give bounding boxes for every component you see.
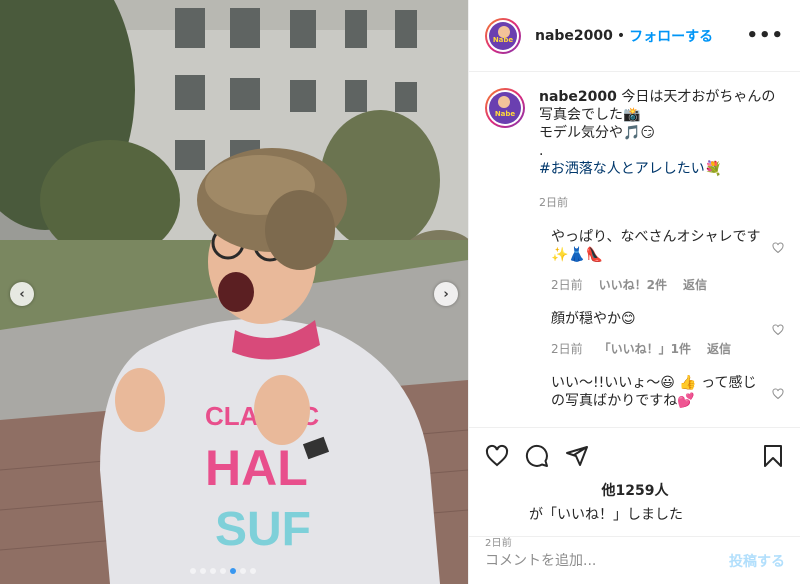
caption-timestamp[interactable]: 2日前	[539, 194, 784, 212]
share-icon[interactable]	[565, 444, 589, 468]
username-link[interactable]: nabe2000	[535, 28, 613, 44]
reply-button[interactable]: 返信	[707, 340, 731, 358]
caption-username[interactable]: nabe2000	[539, 89, 617, 105]
avatar-image: Nabe	[489, 92, 521, 124]
caption-text-line3: .	[539, 143, 544, 159]
heart-icon[interactable]	[485, 444, 509, 468]
caption-body: nabe2000 今日は天才おがちゃんの写真会でした📸 モデル気分や🎵😏 . #…	[539, 88, 784, 212]
action-icons	[485, 436, 785, 476]
comment-text: 顔が穏やか😊	[551, 311, 636, 327]
caption-text-line1: nabe2000 今日は天才おがちゃんの写真会でした📸	[539, 88, 784, 124]
comment-meta: 2日前 「いいね！」1件 返信	[551, 340, 764, 358]
carousel-dot	[200, 568, 206, 574]
comments-list[interactable]: Nabe nabe2000 今日は天才おがちゃんの写真会でした📸 モデル気分や🎵…	[469, 72, 800, 427]
avatar-image: Nabe	[489, 21, 517, 50]
comment-likes[interactable]: 「いいね！」1件	[599, 340, 691, 358]
reply-button[interactable]: 返信	[683, 276, 707, 294]
post-actions: 他1259人 が「いいね！」しました 2日前	[469, 427, 800, 549]
comment-avatar[interactable]	[501, 374, 533, 406]
follow-button[interactable]: フォローする	[629, 26, 713, 46]
prev-slide-button[interactable]: ‹	[10, 282, 34, 306]
carousel-dot	[240, 568, 246, 574]
more-options-icon[interactable]: •••	[746, 25, 784, 46]
comment-item: 顔が穏やか😊 2日前 「いいね！」1件 返信	[485, 310, 784, 358]
comment-item: いい〜!!いいょ〜😃 👍 って感じの写真ばかりですね💕	[485, 374, 784, 410]
comment-likes[interactable]: いいね！2件	[599, 276, 667, 294]
comment-avatar[interactable]	[501, 310, 533, 342]
comment-icon[interactable]	[525, 444, 549, 468]
add-comment-bar: 投稿する	[469, 536, 800, 584]
next-slide-button[interactable]: ›	[434, 282, 458, 306]
comment-input[interactable]	[485, 552, 729, 569]
avatar-face	[498, 96, 510, 108]
carousel-dot-active	[230, 568, 236, 574]
caption: Nabe nabe2000 今日は天才おがちゃんの写真会でした📸 モデル気分や🎵…	[485, 88, 784, 212]
avatar[interactable]: Nabe	[485, 17, 521, 54]
carousel-indicator	[190, 568, 256, 574]
comment-like-heart-icon[interactable]	[772, 324, 784, 336]
comment-avatar[interactable]	[501, 228, 533, 260]
avatar-ring: Nabe	[487, 19, 519, 52]
svg-text:SUF: SUF	[215, 503, 311, 556]
hashtag-link[interactable]: #お洒落な人とアレしたい💐	[539, 160, 784, 178]
carousel-dot	[250, 568, 256, 574]
bookmark-icon[interactable]	[761, 444, 785, 468]
post-side-panel: Nabe nabe2000 • フォローする ••• Nabe nabe2000	[468, 0, 800, 584]
photo-image: CLASSIC HAL SUF	[0, 0, 468, 584]
post-photo[interactable]: CLASSIC HAL SUF ‹ ›	[0, 0, 468, 584]
comment-meta: 2日前 いいね！2件 返信	[551, 276, 764, 294]
carousel-dot	[190, 568, 196, 574]
comment-like-heart-icon[interactable]	[772, 388, 784, 400]
avatar-logo-text: Nabe	[494, 110, 516, 118]
separator-dot: •	[616, 27, 626, 44]
avatar-ring: Nabe	[487, 90, 523, 126]
comment-text: やっぱり、なべさんオシャレです✨👗👠	[551, 229, 761, 263]
chevron-right-icon: ›	[443, 286, 449, 302]
liked-by-text: が「いいね！」しました	[529, 507, 683, 523]
svg-text:HAL: HAL	[205, 440, 308, 496]
chevron-left-icon: ‹	[19, 286, 25, 302]
comment-timestamp[interactable]: 2日前	[551, 276, 583, 294]
carousel-dot	[220, 568, 226, 574]
caption-text-line2: モデル気分や🎵😏	[539, 125, 656, 141]
avatar-logo-text: Nabe	[492, 35, 514, 44]
comment-item: やっぱり、なべさんオシャレです✨👗👠 2日前 いいね！2件 返信	[485, 228, 784, 294]
comment-like-heart-icon[interactable]	[772, 242, 784, 254]
post-header: Nabe nabe2000 • フォローする •••	[469, 0, 800, 72]
likes-count[interactable]: 他1259人	[485, 480, 785, 500]
carousel-dot	[210, 568, 216, 574]
comment-text: いい〜!!いいょ〜😃 👍 って感じの写真ばかりですね💕	[551, 375, 757, 409]
comment-timestamp[interactable]: 2日前	[551, 340, 583, 358]
caption-avatar[interactable]: Nabe	[485, 88, 525, 128]
post-comment-button[interactable]: 投稿する	[729, 551, 785, 571]
